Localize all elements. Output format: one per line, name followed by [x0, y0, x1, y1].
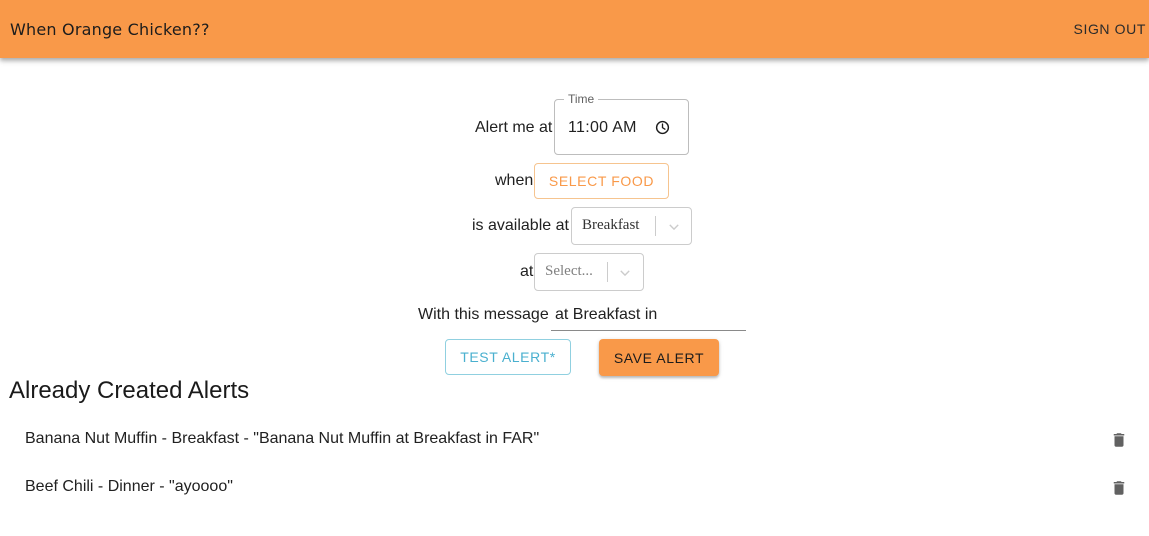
select-food-button[interactable]: SELECT FOOD — [534, 163, 669, 199]
test-alert-button[interactable]: TEST ALERT* — [445, 339, 571, 375]
chevron-down-icon[interactable] — [618, 266, 632, 280]
dropdown-separator — [607, 262, 608, 282]
meal-select[interactable]: Breakfast — [571, 207, 692, 245]
alert-me-at-label: Alert me at — [475, 119, 553, 136]
message-input[interactable]: at Breakfast in — [551, 302, 746, 331]
alert-text: Banana Nut Muffin - Breakfast - "Banana … — [25, 430, 540, 447]
alerts-section-title: Already Created Alerts — [9, 377, 250, 404]
when-label: when — [495, 172, 534, 189]
meal-select-value: Breakfast — [582, 217, 640, 233]
clock-icon[interactable] — [655, 120, 670, 135]
app-bar: When Orange Chicken?? SIGN OUT — [0, 0, 1149, 58]
save-alert-button[interactable]: SAVE ALERT — [599, 339, 719, 376]
time-field-legend: Time — [564, 92, 599, 106]
trash-icon[interactable] — [1110, 429, 1128, 451]
app-title: When Orange Chicken?? — [10, 19, 210, 39]
location-select[interactable]: Select... — [534, 253, 644, 291]
alert-text: Beef Chili - Dinner - "ayoooo" — [25, 478, 233, 495]
chevron-down-icon[interactable] — [667, 220, 681, 234]
is-available-at-label: is available at — [472, 217, 569, 234]
list-item: Beef Chili - Dinner - "ayoooo" — [0, 464, 1149, 512]
trash-icon[interactable] — [1110, 477, 1128, 499]
time-field[interactable]: Time 11:00 AM — [554, 92, 689, 155]
message-label: With this message — [418, 306, 549, 323]
list-item: Banana Nut Muffin - Breakfast - "Banana … — [0, 416, 1149, 464]
sign-out-button[interactable]: SIGN OUT — [1074, 21, 1146, 37]
location-select-placeholder: Select... — [545, 263, 593, 279]
dropdown-separator — [655, 216, 656, 236]
time-value[interactable]: 11:00 AM — [568, 119, 637, 137]
at-label: at — [520, 263, 534, 280]
